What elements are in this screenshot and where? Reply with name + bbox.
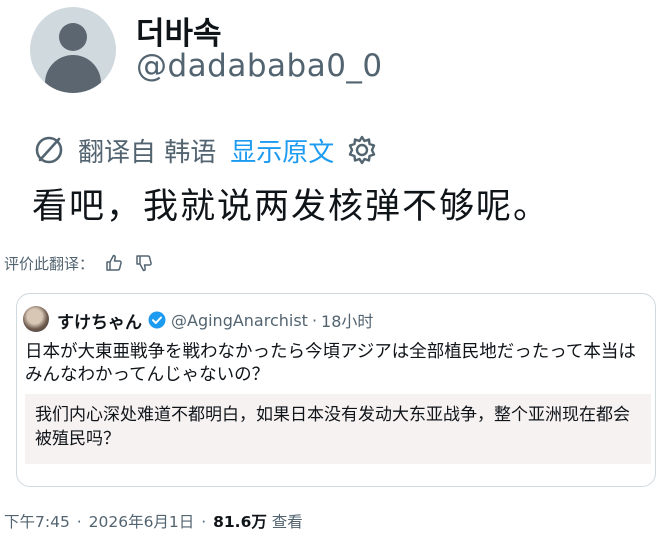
rate-translation-bar: 评价此翻译：: [4, 252, 154, 274]
author-avatar[interactable]: [30, 7, 116, 93]
translation-bar: 翻译自 韩语 显示原文: [32, 132, 378, 169]
quoted-tweet-text: 日本が大東亜戦争を戦わなかったら今頃アジアは全部植民地だったって本当はみんなわか…: [25, 342, 636, 385]
verified-badge-icon: [148, 311, 166, 329]
quoted-tweet-card[interactable]: すけちゃん @AgingAnarchist · 18小时 日本が大東亜戦争を戦わ…: [16, 293, 656, 487]
translated-from-label: 翻译自 韩语: [78, 137, 217, 168]
tweet-meta-footer: 下午7:45 · 2026年6月1日 · 81.6万 查看: [4, 510, 303, 532]
post-date[interactable]: 2026年6月1日: [89, 513, 195, 531]
meta-separator: ·: [201, 513, 207, 531]
quoted-author-handle[interactable]: @AgingAnarchist: [171, 311, 308, 330]
quoted-tweet-header: すけちゃん @AgingAnarchist · 18小时: [57, 308, 373, 333]
show-original-link[interactable]: 显示原文: [230, 132, 334, 169]
avatar-body-shape: [45, 55, 101, 93]
views-count: 81.6万: [213, 513, 267, 531]
avatar-head-shape: [59, 23, 87, 51]
thumbs-down-icon[interactable]: [134, 253, 154, 273]
thumbs-up-icon[interactable]: [104, 253, 124, 273]
meta-separator: ·: [76, 513, 82, 531]
gear-icon[interactable]: [346, 134, 378, 166]
views-label: 查看: [271, 513, 303, 531]
author-handle[interactable]: @dadababa0_0: [136, 48, 383, 84]
header-separator: ·: [311, 310, 318, 330]
quoted-author-name[interactable]: すけちゃん: [57, 308, 142, 333]
rate-translation-label: 评价此翻译：: [4, 254, 95, 273]
post-time[interactable]: 下午7:45: [4, 513, 70, 531]
author-display-name[interactable]: 더바속: [136, 8, 222, 53]
quoted-tweet-translation: 我们内心深处难道不都明白，如果日本没有发动大东亚战争，整个亚洲现在都会被殖民吗？: [25, 394, 651, 464]
tweet-text: 看吧，我就说两发核弹不够呢。: [32, 187, 551, 227]
quoted-author-avatar[interactable]: [23, 306, 49, 332]
translate-icon: [35, 136, 63, 164]
quoted-tweet-time[interactable]: 18小时: [321, 308, 373, 332]
